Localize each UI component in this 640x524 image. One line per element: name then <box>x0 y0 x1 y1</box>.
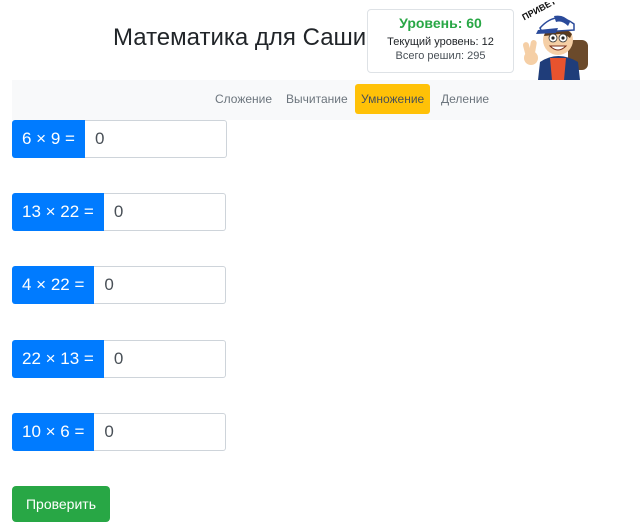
answer-input[interactable] <box>103 340 226 378</box>
problem-row: 13 × 22 = <box>12 193 226 231</box>
problem-expression: 10 × 6 = <box>12 413 95 451</box>
level-score: Уровень: 60 <box>399 15 482 31</box>
check-button[interactable]: Проверить <box>12 486 110 522</box>
problem-row: 6 × 9 = <box>12 120 227 158</box>
problem-expression: 6 × 9 = <box>12 120 85 158</box>
total-solved: Всего решил: 295 <box>395 50 486 62</box>
problem-expression: 13 × 22 = <box>12 193 104 231</box>
problem-row: 4 × 22 = <box>12 266 227 304</box>
tab-subtraction[interactable]: Вычитание <box>280 84 354 114</box>
problem-expression: 22 × 13 = <box>12 340 104 378</box>
current-level: Текущий уровень: 12 <box>387 36 494 48</box>
level-panel: Уровень: 60 Текущий уровень: 12 Всего ре… <box>367 9 514 73</box>
tab-multiplication[interactable]: Умножение <box>355 84 431 114</box>
problem-row: 10 × 6 = <box>12 413 227 451</box>
answer-input[interactable] <box>103 193 226 231</box>
problem-expression: 4 × 22 = <box>12 266 95 304</box>
answer-input[interactable] <box>94 266 227 304</box>
answer-input[interactable] <box>84 120 227 158</box>
tab-division[interactable]: Деление <box>435 84 495 114</box>
page-title: Математика для Саши <box>113 24 367 51</box>
tab-addition[interactable]: Сложение <box>209 84 278 114</box>
answer-input[interactable] <box>94 413 227 451</box>
problem-row: 22 × 13 = <box>12 340 226 378</box>
operation-nav: Сложение Вычитание Умножение Деление <box>12 80 640 120</box>
mascot-image: ПРИВЕТ <box>520 2 588 80</box>
